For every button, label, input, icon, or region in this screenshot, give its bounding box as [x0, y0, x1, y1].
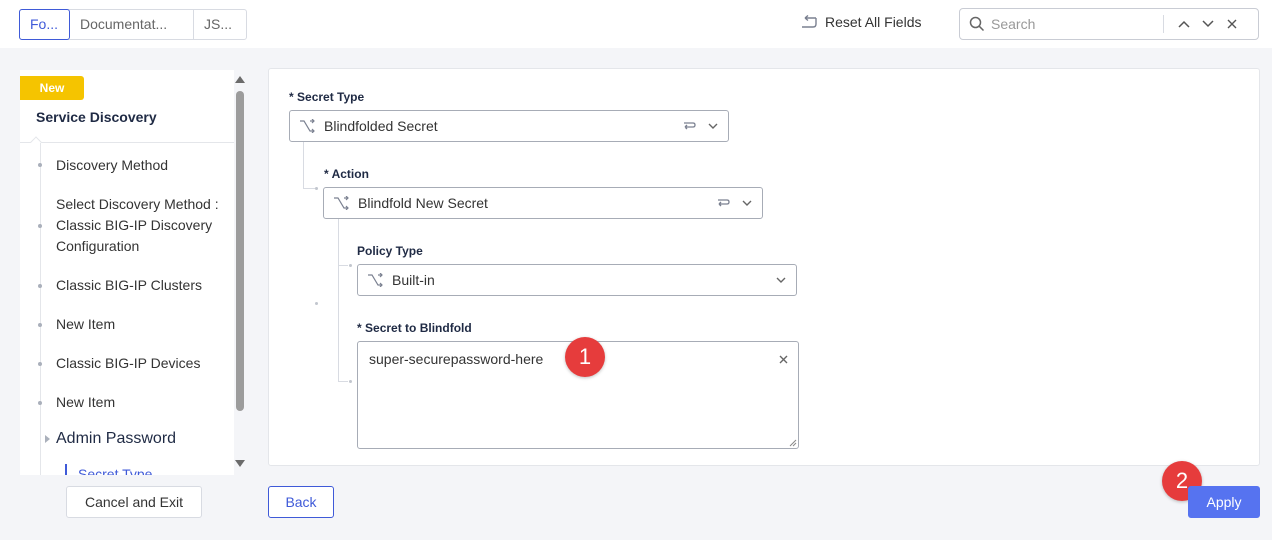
required-mark: *	[289, 90, 294, 104]
nav-dot	[38, 163, 42, 167]
action-label-text: Action	[331, 167, 369, 181]
active-indicator	[65, 464, 67, 475]
search-input[interactable]	[991, 16, 1156, 32]
tree-connector	[338, 219, 339, 381]
tree-connector-dot	[349, 380, 352, 383]
view-tabs: Fo... Documentat... JS...	[19, 9, 247, 40]
nav-dot	[38, 284, 42, 288]
clear-secret-button[interactable]	[779, 351, 788, 369]
top-bar: Fo... Documentat... JS... Reset All Fiel…	[0, 0, 1272, 48]
search-divider	[1163, 15, 1164, 33]
required-mark: *	[324, 167, 329, 181]
scroll-up-arrow[interactable]	[235, 76, 245, 83]
tab-json[interactable]: JS...	[194, 10, 246, 39]
sidebar-item-classic-bigip-devices[interactable]: Classic BIG-IP Devices	[56, 353, 228, 374]
undo-icon	[802, 15, 817, 28]
sidebar-title: Service Discovery	[36, 109, 157, 125]
policy-type-select[interactable]: Built-in	[357, 264, 797, 296]
secret-type-label: * Secret Type	[289, 90, 364, 104]
sidebar-item-secret-type[interactable]: Secret Type	[78, 466, 152, 475]
tree-connector	[303, 142, 304, 188]
nav-dot	[38, 224, 42, 228]
chevron-down-icon	[742, 200, 752, 206]
secret-type-label-text: Secret Type	[297, 90, 365, 104]
policy-type-label: Policy Type	[357, 244, 423, 258]
sidebar-item-new-item-2[interactable]: New Item	[56, 392, 228, 413]
tab-documentation[interactable]: Documentat...	[70, 10, 194, 39]
secret-label: * Secret to Blindfold	[357, 321, 472, 335]
tree-connector-dot	[349, 264, 352, 267]
scroll-down-arrow[interactable]	[235, 460, 245, 467]
required-mark: *	[357, 321, 362, 335]
secret-label-text: Secret to Blindfold	[365, 321, 472, 335]
tree-connector	[338, 265, 348, 266]
search-prev-button[interactable]	[1172, 12, 1196, 36]
new-badge: New	[20, 76, 84, 100]
branch-icon	[367, 273, 383, 287]
sidebar-item-select-discovery-method[interactable]: Select Discovery Method : Classic BIG-IP…	[56, 194, 228, 257]
secret-type-value: Blindfolded Secret	[324, 118, 438, 134]
caret-right-icon	[45, 435, 50, 443]
sidebar-item-new-item[interactable]: New Item	[56, 314, 228, 335]
search-next-button[interactable]	[1196, 12, 1220, 36]
action-label: * Action	[324, 167, 369, 181]
tree-connector-dot	[315, 302, 318, 305]
chevron-down-icon	[1202, 20, 1214, 28]
cancel-and-exit-button[interactable]: Cancel and Exit	[66, 486, 202, 518]
action-select[interactable]: Blindfold New Secret	[323, 187, 763, 219]
sidebar-section-admin-password[interactable]: Admin Password	[56, 428, 228, 449]
sidebar-item-classic-bigip-clusters[interactable]: Classic BIG-IP Clusters	[56, 275, 228, 296]
branch-icon	[333, 196, 349, 210]
search-box	[959, 8, 1259, 40]
sidebar-divider	[20, 142, 234, 143]
resize-grip-icon[interactable]	[789, 439, 797, 447]
step-marker-1: 1	[565, 337, 605, 377]
branch-icon	[299, 119, 315, 133]
nav-dot	[38, 401, 42, 405]
reset-label: Reset All Fields	[825, 14, 922, 30]
swap-icon	[718, 199, 730, 207]
apply-button[interactable]: Apply	[1188, 486, 1260, 518]
nav-dot	[38, 323, 42, 327]
search-clear-button[interactable]	[1220, 12, 1244, 36]
scrollbar-thumb[interactable]	[236, 91, 244, 411]
secret-type-select[interactable]: Blindfolded Secret	[289, 110, 729, 142]
tree-connector-dot	[315, 187, 318, 190]
tree-connector	[303, 188, 315, 189]
sidebar: New Service Discovery Discovery Method S…	[20, 70, 234, 475]
close-icon	[779, 355, 788, 364]
chevron-up-icon	[1178, 20, 1190, 28]
secret-value: super-securepassword-here	[369, 351, 544, 367]
chevron-down-icon	[776, 277, 786, 283]
close-icon	[1227, 19, 1237, 29]
sidebar-tree-line	[40, 143, 41, 475]
chevron-down-icon	[708, 123, 718, 129]
back-button[interactable]: Back	[268, 486, 334, 518]
reset-all-fields-button[interactable]: Reset All Fields	[800, 14, 921, 30]
tree-connector	[338, 381, 348, 382]
swap-icon	[684, 122, 696, 130]
sidebar-item-discovery-method[interactable]: Discovery Method	[56, 155, 228, 176]
nav-dot	[38, 362, 42, 366]
tab-form[interactable]: Fo...	[19, 9, 70, 40]
search-icon	[969, 16, 985, 32]
action-value: Blindfold New Secret	[358, 195, 488, 211]
policy-type-value: Built-in	[392, 272, 435, 288]
